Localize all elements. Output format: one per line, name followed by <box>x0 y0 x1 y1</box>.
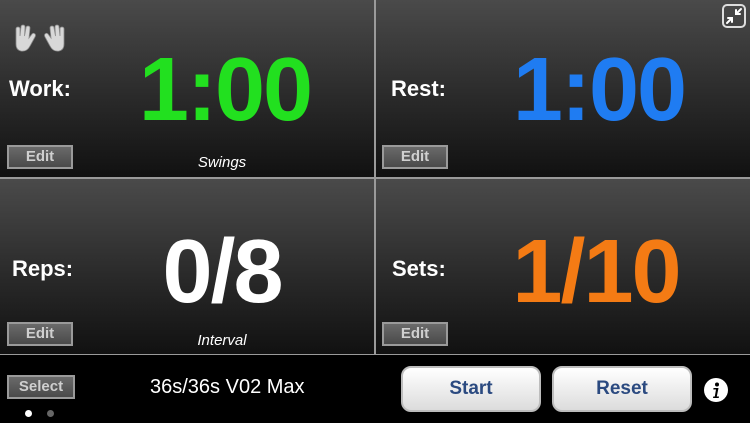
rest-time[interactable]: 1:00 <box>494 45 704 135</box>
rest-label: Rest: <box>391 76 447 101</box>
reps-edit-button[interactable]: Edit <box>7 322 73 346</box>
reps-caption: Interval <box>197 332 247 349</box>
rest-edit-button[interactable]: Edit <box>382 145 448 169</box>
select-button[interactable]: Select <box>7 375 75 399</box>
work-time[interactable]: 1:00 <box>120 45 330 135</box>
work-caption: Swings <box>197 154 247 171</box>
raised-hands-icon <box>15 24 65 52</box>
rest-panel: Rest: 1:00 Edit <box>376 0 750 177</box>
page-dot-active[interactable] <box>25 410 32 417</box>
sets-edit-button[interactable]: Edit <box>382 322 448 346</box>
reps-value: 0/8 <box>162 222 283 322</box>
reset-button[interactable]: Reset <box>552 366 692 412</box>
info-icon[interactable] <box>703 377 729 403</box>
reps-panel: Reps: 0/8 Edit Interval <box>0 179 374 354</box>
reps-label: Reps: <box>12 256 74 281</box>
page-dot[interactable] <box>47 410 54 417</box>
start-button[interactable]: Start <box>401 366 541 412</box>
bottom-bar: Select 36s/36s V02 Max Start Reset <box>0 355 750 423</box>
collapse-icon[interactable] <box>722 4 746 28</box>
work-label: Work: <box>9 76 71 101</box>
work-panel: Work: 1:00 Edit Swings <box>0 0 374 177</box>
sets-panel: Sets: 1/10 Edit <box>376 179 750 354</box>
sets-label: Sets: <box>392 256 446 281</box>
work-edit-button[interactable]: Edit <box>7 145 73 169</box>
sets-value: 1/10 <box>512 222 681 322</box>
program-name: 36s/36s V02 Max <box>150 376 305 398</box>
horizontal-divider <box>0 177 750 179</box>
